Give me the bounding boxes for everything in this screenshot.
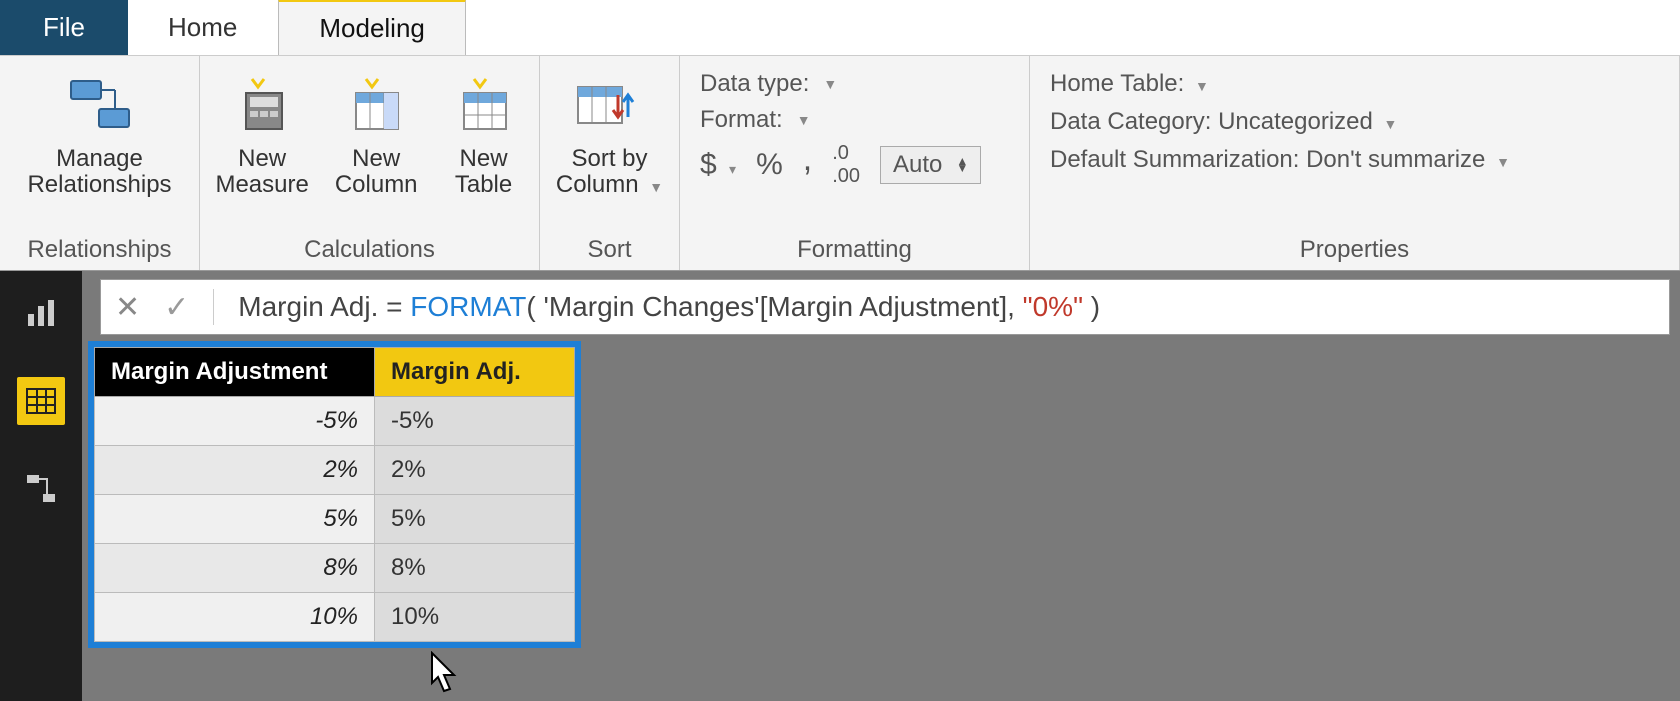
- formula-prefix: Margin Adj. =: [238, 291, 410, 322]
- new-table-icon: [444, 70, 524, 140]
- cell-margin-adjustment[interactable]: 2%: [95, 446, 375, 495]
- formula-string: "0%": [1023, 291, 1083, 322]
- home-table-label: Home Table:: [1050, 70, 1184, 97]
- ribbon: Manage Relationships Relationships N: [0, 56, 1680, 271]
- manage-relationships-label: Manage Relationships: [27, 146, 171, 199]
- data-type-label: Data type:: [700, 70, 809, 98]
- model-view-button[interactable]: [17, 465, 65, 513]
- formula-open: (: [526, 291, 535, 322]
- currency-button[interactable]: $ ▾: [700, 148, 736, 182]
- table-row[interactable]: 10%10%: [95, 593, 575, 642]
- cell-margin-adj[interactable]: -5%: [375, 397, 575, 446]
- new-measure-label: New Measure: [215, 146, 308, 199]
- summarization-label: Default Summarization: Don't summarize: [1050, 146, 1485, 173]
- formula-text[interactable]: Margin Adj. = FORMAT( 'Margin Changes'[M…: [238, 291, 1100, 323]
- sort-by-column-label: Sort by Column ▼: [556, 146, 663, 199]
- tab-home[interactable]: Home: [128, 0, 278, 55]
- manage-relationships-button[interactable]: Manage Relationships: [23, 66, 175, 203]
- cell-margin-adjustment[interactable]: -5%: [95, 397, 375, 446]
- cell-margin-adjustment[interactable]: 8%: [95, 544, 375, 593]
- group-properties-label: Properties: [1040, 232, 1669, 264]
- relationships-icon: [60, 70, 140, 140]
- sort-icon: [569, 70, 649, 140]
- ribbon-tabs: File Home Modeling: [0, 0, 1680, 56]
- table-row[interactable]: 2%2%: [95, 446, 575, 495]
- chevron-down-icon: ▼: [1496, 154, 1510, 170]
- group-formatting-label: Formatting: [690, 232, 1019, 264]
- data-category-label: Data Category: Uncategorized: [1050, 108, 1373, 135]
- new-column-label: New Column: [335, 146, 418, 199]
- data-category-dropdown[interactable]: Data Category: Uncategorized ▼: [1050, 108, 1510, 136]
- chevron-down-icon: ▼: [797, 112, 811, 128]
- decimal-places-stepper[interactable]: Auto ▲▼: [880, 146, 981, 184]
- data-table[interactable]: Margin Adjustment Margin Adj. -5%-5%2%2%…: [94, 347, 575, 642]
- new-table-label: New Table: [455, 146, 512, 199]
- data-view-button[interactable]: [17, 377, 65, 425]
- formula-close: ): [1083, 291, 1100, 322]
- chevron-down-icon: ▼: [1384, 116, 1398, 132]
- chevron-down-icon: ▼: [1195, 78, 1209, 94]
- tab-modeling[interactable]: Modeling: [278, 0, 466, 55]
- group-sort-label: Sort: [550, 232, 669, 264]
- thousand-sep-button[interactable]: ,: [803, 140, 812, 179]
- cell-margin-adj[interactable]: 10%: [375, 593, 575, 642]
- format-dropdown[interactable]: Format: ▼: [700, 106, 981, 134]
- table-row[interactable]: -5%-5%: [95, 397, 575, 446]
- view-switcher: [0, 271, 82, 701]
- group-relationships-label: Relationships: [10, 232, 189, 264]
- report-view-button[interactable]: [17, 289, 65, 337]
- decimals-icon: .0.00: [832, 142, 860, 188]
- work-area: ✕ ✓ Margin Adj. = FORMAT( 'Margin Change…: [0, 271, 1680, 701]
- cell-margin-adjustment[interactable]: 5%: [95, 495, 375, 544]
- column-header-margin-adj[interactable]: Margin Adj.: [375, 348, 575, 397]
- formula-bar[interactable]: ✕ ✓ Margin Adj. = FORMAT( 'Margin Change…: [100, 279, 1670, 335]
- chevron-down-icon: ▾: [729, 161, 736, 177]
- commit-formula-button[interactable]: ✓: [164, 290, 189, 325]
- table-row[interactable]: 8%8%: [95, 544, 575, 593]
- new-table-button[interactable]: New Table: [440, 66, 528, 203]
- chevron-down-icon: ▼: [649, 179, 663, 195]
- cell-margin-adjustment[interactable]: 10%: [95, 593, 375, 642]
- data-type-dropdown[interactable]: Data type: ▼: [700, 70, 981, 98]
- stepper-icon: ▲▼: [956, 158, 968, 172]
- home-table-dropdown[interactable]: Home Table: ▼: [1050, 70, 1510, 98]
- formula-arg: 'Margin Changes'[Margin Adjustment],: [536, 291, 1023, 322]
- chevron-down-icon: ▼: [823, 76, 837, 92]
- group-calculations-label: Calculations: [210, 232, 529, 264]
- cell-margin-adj[interactable]: 8%: [375, 544, 575, 593]
- tab-file[interactable]: File: [0, 0, 128, 55]
- formula-function: FORMAT: [410, 291, 526, 322]
- cell-margin-adj[interactable]: 2%: [375, 446, 575, 495]
- measure-icon: [222, 70, 302, 140]
- sort-by-column-button[interactable]: Sort by Column ▼: [552, 66, 667, 203]
- column-header-margin-adjustment[interactable]: Margin Adjustment: [95, 348, 375, 397]
- cancel-formula-button[interactable]: ✕: [115, 290, 140, 325]
- cell-margin-adj[interactable]: 5%: [375, 495, 575, 544]
- summarization-dropdown[interactable]: Default Summarization: Don't summarize ▼: [1050, 146, 1510, 174]
- percent-button[interactable]: %: [756, 148, 783, 182]
- divider: [213, 289, 214, 325]
- new-column-icon: [336, 70, 416, 140]
- format-label: Format:: [700, 106, 783, 134]
- decimal-places-value: Auto: [893, 151, 942, 179]
- cursor-icon: [420, 651, 460, 699]
- new-column-button[interactable]: New Column: [331, 66, 422, 203]
- data-table-selection: Margin Adjustment Margin Adj. -5%-5%2%2%…: [88, 341, 581, 648]
- new-measure-button[interactable]: New Measure: [211, 66, 312, 203]
- table-row[interactable]: 5%5%: [95, 495, 575, 544]
